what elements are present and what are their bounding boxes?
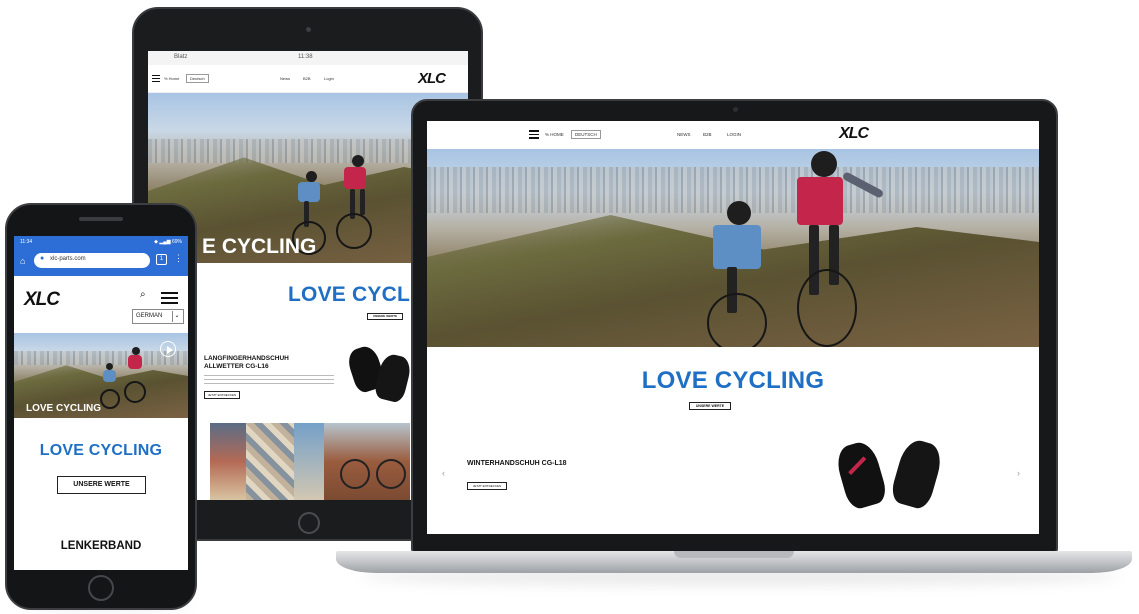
laptop-nav-news[interactable]: NEWS: [677, 132, 691, 137]
more-menu-icon[interactable]: ⋮: [174, 253, 183, 264]
hamburger-icon[interactable]: [161, 292, 178, 307]
device-mockup-scene: Blatz 11:38 % Home Deutsch News B2B Logi…: [0, 0, 1139, 614]
cyclist-blue: [100, 363, 130, 413]
search-icon[interactable]: ⌕: [140, 289, 146, 300]
tablet-lifestyle-collage: [210, 423, 410, 500]
home-icon[interactable]: ⌂: [20, 256, 25, 266]
tablet-home-link[interactable]: % Home: [164, 76, 179, 81]
phone-love-cycling-heading: LOVE CYCLING: [39, 442, 163, 459]
glove-right: [888, 436, 946, 512]
phone-section-title: LENKERBAND: [60, 540, 142, 552]
tablet-home-button[interactable]: [298, 512, 320, 534]
laptop-home-link[interactable]: % HOME: [545, 132, 564, 137]
tablet-nav-login[interactable]: Login: [324, 76, 334, 81]
laptop-product-title: WINTERHANDSCHUH CG-L18: [467, 460, 567, 467]
xlc-logo[interactable]: XLC: [418, 70, 446, 87]
laptop-screen: % HOME DEUTSCH NEWS B2B LOGIN XLC LOVE C…: [427, 121, 1039, 534]
slider-prev-arrow[interactable]: ‹: [442, 468, 445, 478]
tablet-hero-overlay-text: E CYCLING: [202, 235, 317, 258]
tablet-nav-b2b[interactable]: B2B: [303, 76, 311, 81]
tablet-product-description: [204, 375, 334, 387]
tablet-nav-news[interactable]: News: [280, 76, 290, 81]
phone-language-select[interactable]: GERMAN ⌄: [132, 309, 184, 324]
phone-values-button[interactable]: UNSERE WERTE: [57, 476, 146, 494]
tablet-product-title-2: ALLWETTER CG-L16: [204, 363, 269, 370]
laptop-hinge-notch: [674, 551, 794, 558]
tablet-product-button[interactable]: JETZT ENTDECKEN: [204, 391, 240, 399]
tablet-values-button[interactable]: UNSERE WERTE: [367, 313, 403, 320]
laptop-hero-image: [427, 149, 1039, 347]
phone-home-button[interactable]: [88, 575, 114, 601]
tablet-product-title-1: LANGFINGERHANDSCHUH: [204, 355, 289, 362]
phone-status-indicators: ◆ ▂▄▆ 69%: [154, 239, 182, 245]
phone-screen: 11:34 ◆ ▂▄▆ 69% ⌂ ● xlc-parts.com 1 ⋮ XL…: [14, 236, 188, 570]
laptop-header: % HOME DEUTSCH NEWS B2B LOGIN XLC: [427, 121, 1039, 149]
tablet-language-select[interactable]: Deutsch: [186, 74, 209, 83]
phone-hero-overlay-text: LOVE CYCLING: [26, 403, 102, 414]
laptop-nav-login[interactable]: LOGIN: [727, 132, 741, 137]
tablet-time: 11:38: [298, 54, 313, 60]
tablet-carrier: Blatz: [174, 54, 188, 60]
hamburger-icon[interactable]: [529, 130, 539, 142]
phone-language-value: GERMAN: [136, 313, 163, 319]
glove-left: [832, 438, 890, 512]
hamburger-icon[interactable]: [152, 75, 160, 85]
laptop-nav-b2b[interactable]: B2B: [703, 132, 712, 137]
laptop-language-select[interactable]: DEUTSCH: [571, 130, 601, 139]
tablet-header: % Home Deutsch News B2B Login XLC: [148, 65, 468, 93]
laptop-camera: [733, 107, 738, 112]
phone-url-text: xlc-parts.com: [50, 256, 86, 262]
laptop-base: [336, 551, 1132, 573]
phone-speaker: [79, 217, 123, 221]
tablet-camera: [306, 27, 311, 32]
lock-icon: ●: [40, 255, 45, 262]
tabs-icon[interactable]: 1: [156, 254, 167, 265]
laptop-love-cycling-heading: LOVE CYCLING: [641, 367, 825, 394]
laptop-product-button[interactable]: JETZT ENTDECKEN: [467, 482, 507, 490]
phone-browser-chrome: 11:34 ◆ ▂▄▆ 69% ⌂ ● xlc-parts.com 1 ⋮: [14, 236, 188, 276]
laptop-values-button[interactable]: UNSERE WERTE: [689, 402, 731, 410]
play-icon[interactable]: [160, 341, 176, 357]
xlc-logo[interactable]: XLC: [839, 125, 869, 143]
phone-status-time: 11:34: [20, 239, 33, 245]
slider-next-arrow[interactable]: ›: [1017, 468, 1020, 478]
chevron-down-icon: ⌄: [172, 311, 181, 322]
cyclist-blue: [697, 197, 807, 347]
xlc-logo[interactable]: XLC: [24, 289, 60, 311]
phone-url-bar[interactable]: ● xlc-parts.com: [34, 253, 150, 268]
tablet-status-bar: Blatz 11:38: [148, 51, 468, 65]
phone-hero-image: LOVE CYCLING: [14, 333, 188, 418]
